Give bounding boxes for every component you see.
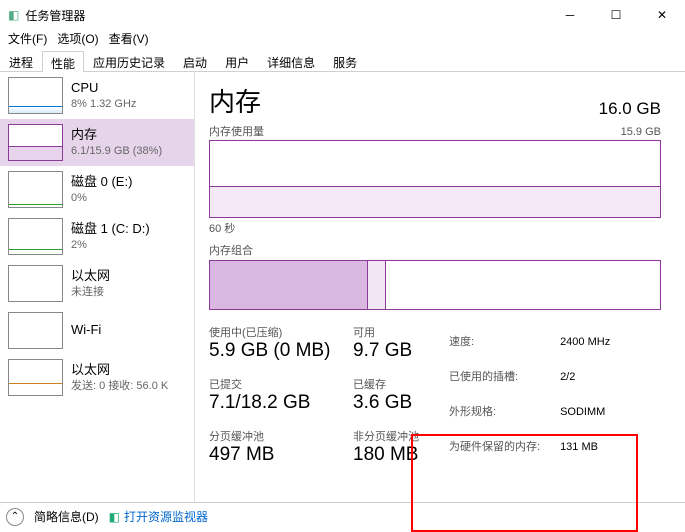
spec-slots: 2/2 [560,361,610,394]
available-label: 可用 [353,324,433,340]
composition-bar [209,260,661,310]
open-resource-monitor-link[interactable]: ◧ 打开资源监视器 [109,508,208,525]
total-memory: 16.0 GB [599,99,661,119]
usage-chart [209,140,661,218]
disk-thumbnail [8,171,63,208]
sidebar-item-label: CPU [71,80,136,97]
spec-form: SODIMM [560,396,610,429]
tab-performance[interactable]: 性能 [42,51,84,72]
sidebar-item-ethernet[interactable]: 以太网未连接 [0,260,194,307]
sidebar-item-wifi[interactable]: Wi-Fi [0,307,194,354]
sidebar-item-label: 以太网 [71,268,110,285]
tab-startup[interactable]: 启动 [174,50,216,71]
cached-value: 3.6 GB [353,392,433,414]
tab-details[interactable]: 详细信息 [258,50,324,71]
tab-app-history[interactable]: 应用历史记录 [84,50,174,71]
memory-thumbnail [8,124,63,161]
menu-file[interactable]: 文件(F) [8,30,47,50]
in-use-value: 5.9 GB (0 MB) [209,340,339,362]
close-button[interactable]: ✕ [639,0,685,30]
net-thumbnail [8,312,63,349]
sidebar-item-label: 内存 [71,127,162,144]
nonpaged-label: 非分页缓冲池 [353,428,433,444]
paged-label: 分页缓冲池 [209,428,339,444]
composition-label: 内存组合 [209,242,661,258]
minimize-button[interactable]: ─ [547,0,593,30]
window-title: 任务管理器 [25,7,85,24]
in-use-label: 使用中(已压缩) [209,324,339,340]
sidebar-item-label: 以太网 [71,362,168,379]
sidebar-item-disk1[interactable]: 磁盘 1 (C: D:)2% [0,213,194,260]
sidebar[interactable]: CPU8% 1.32 GHz 内存6.1/15.9 GB (38%) 磁盘 0 … [0,72,195,502]
bar-modified [368,261,386,309]
tab-services[interactable]: 服务 [324,50,366,71]
sidebar-item-memory[interactable]: 内存6.1/15.9 GB (38%) [0,119,194,166]
disk-thumbnail [8,218,63,255]
maximize-button[interactable]: ☐ [593,0,639,30]
available-value: 9.7 GB [353,340,433,362]
sidebar-item-disk0[interactable]: 磁盘 0 (E:)0% [0,166,194,213]
sidebar-item-label: 磁盘 1 (C: D:) [71,221,150,238]
net-thumbnail [8,359,63,396]
tab-processes[interactable]: 进程 [0,50,42,71]
menu-options[interactable]: 选项(O) [57,30,98,50]
time-axis-label: 60 秒 [209,220,661,236]
app-icon: ◧ [8,8,19,22]
spec-hw-reserved: 131 MB [560,431,610,464]
committed-label: 已提交 [209,376,339,392]
bar-in-use [210,261,368,309]
nonpaged-value: 180 MB [353,444,433,466]
paged-value: 497 MB [209,444,339,466]
cached-label: 已缓存 [353,376,433,392]
sidebar-item-label: 磁盘 0 (E:) [71,174,132,191]
cpu-thumbnail [8,77,63,114]
sidebar-item-label: Wi-Fi [71,322,101,339]
committed-value: 7.1/18.2 GB [209,392,339,414]
sidebar-item-ethernet2[interactable]: 以太网发送: 0 接收: 56.0 K [0,354,194,401]
usage-chart-max: 15.9 GB [209,126,661,138]
tab-users[interactable]: 用户 [216,50,258,71]
brief-info-toggle[interactable]: 简略信息(D) [34,508,99,525]
spec-speed: 2400 MHz [560,326,610,359]
monitor-icon: ◧ [109,510,120,524]
page-title: 内存 [209,82,261,119]
expand-chevron-icon[interactable]: ⌃ [6,508,24,526]
bar-free [386,261,661,309]
menu-view[interactable]: 查看(V) [109,30,149,50]
specs-table: 速度:2400 MHz 已使用的插槽:2/2 外形规格:SODIMM 为硬件保留… [447,324,612,466]
net-thumbnail [8,265,63,302]
sidebar-item-cpu[interactable]: CPU8% 1.32 GHz [0,72,194,119]
